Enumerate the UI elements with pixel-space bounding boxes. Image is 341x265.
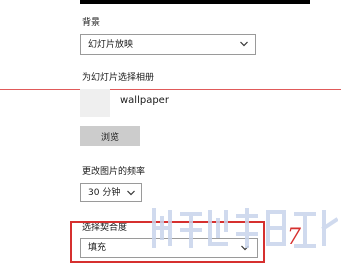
chevron-down-icon <box>240 41 248 47</box>
frequency-dropdown-value: 30 分钟 <box>88 188 121 198</box>
frequency-label: 更改图片的频率 <box>82 167 146 177</box>
background-dropdown[interactable]: 幻灯片放映 <box>80 34 256 55</box>
background-dropdown-value: 幻灯片放映 <box>88 40 134 50</box>
album-name: wallpaper <box>120 95 169 106</box>
background-label: 背景 <box>82 18 101 28</box>
album-thumbnail <box>80 89 110 117</box>
watermark-logo <box>152 208 338 248</box>
frequency-dropdown[interactable]: 30 分钟 <box>80 183 142 202</box>
album-label: 为幻灯片选择相册 <box>82 73 155 83</box>
chevron-down-icon <box>127 190 135 196</box>
browse-button[interactable]: 浏览 <box>80 126 140 146</box>
background-preview <box>80 0 310 4</box>
guide-line <box>0 89 341 90</box>
